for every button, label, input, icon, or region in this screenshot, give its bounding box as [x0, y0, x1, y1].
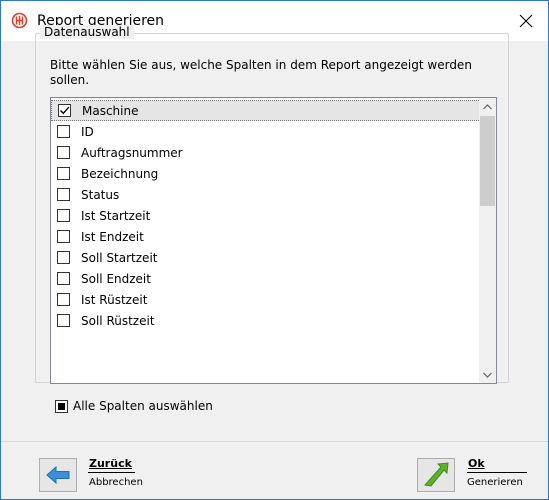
dialog-window: Report generieren Datenauswahl Bitte wäh… — [0, 0, 549, 500]
back-button[interactable]: Zurück Abbrechen — [39, 454, 159, 494]
column-option[interactable]: ID — [51, 121, 481, 142]
column-label: Maschine — [82, 103, 139, 118]
column-option[interactable]: Soll Startzeit — [51, 247, 481, 268]
footer-bar: Zurück Abbrechen Ok Generieren — [1, 441, 548, 499]
app-logo-icon — [11, 12, 28, 29]
column-checkbox[interactable] — [57, 209, 70, 222]
checkmark-arrow-icon — [424, 462, 449, 487]
column-label: Ist Rüstzeit — [81, 292, 148, 307]
scroll-thumb[interactable] — [480, 116, 495, 206]
column-label: Ist Endzeit — [81, 229, 144, 244]
vertical-scrollbar[interactable] — [479, 98, 496, 383]
column-label: Bezeichnung — [81, 166, 159, 181]
column-checkbox[interactable] — [57, 188, 70, 201]
column-label: Status — [81, 187, 120, 202]
select-all-label: Alle Spalten auswählen — [73, 399, 213, 413]
column-checkbox[interactable] — [58, 104, 71, 117]
column-option[interactable]: Ist Endzeit — [51, 226, 481, 247]
scroll-up-button[interactable] — [479, 98, 496, 115]
column-option[interactable]: Ist Startzeit — [51, 205, 481, 226]
column-option[interactable]: Maschine — [51, 100, 481, 121]
column-checkbox[interactable] — [57, 167, 70, 180]
back-label[interactable]: Zurück — [89, 457, 132, 470]
column-checkbox[interactable] — [57, 146, 70, 159]
column-checkbox[interactable] — [57, 230, 70, 243]
back-divider — [88, 472, 135, 473]
instructions-text: Bitte wählen Sie aus, welche Spalten in … — [50, 58, 472, 87]
select-all-box[interactable] — [55, 399, 68, 413]
column-label: Soll Rüstzeit — [81, 313, 155, 328]
arrow-left-icon — [46, 465, 70, 485]
checkmark-icon — [60, 106, 70, 115]
ok-label[interactable]: Ok — [468, 457, 485, 470]
column-label: ID — [81, 124, 94, 139]
ok-divider — [467, 472, 527, 473]
column-label: Soll Startzeit — [81, 250, 158, 265]
scroll-down-button[interactable] — [479, 366, 496, 383]
column-checkbox[interactable] — [57, 293, 70, 306]
chevron-up-icon — [483, 103, 492, 109]
columns-listbox[interactable]: Soll Rüstzeit Ist Rüstzeit Soll Endzeit Sol… — [50, 97, 497, 384]
column-label: Auftragsnummer — [81, 145, 183, 160]
generate-label[interactable]: Generieren — [467, 477, 523, 488]
column-label: Ist Startzeit — [81, 208, 151, 223]
column-checkbox[interactable] — [57, 314, 70, 327]
ok-button-icon[interactable] — [417, 458, 455, 492]
cancel-label[interactable]: Abbrechen — [89, 477, 143, 488]
column-checkbox[interactable] — [57, 125, 70, 138]
close-button[interactable] — [503, 1, 548, 41]
column-option[interactable]: Soll Endzeit — [51, 268, 481, 289]
column-checkbox[interactable] — [57, 272, 70, 285]
column-option[interactable]: Ist Rüstzeit — [51, 289, 481, 310]
indeterminate-mark-icon — [58, 402, 65, 410]
column-option[interactable]: Auftragsnummer — [51, 142, 481, 163]
column-checkbox[interactable] — [57, 251, 70, 264]
select-all-checkbox[interactable]: Alle Spalten auswählen — [55, 399, 213, 413]
column-option[interactable]: Soll Rüstzeit — [51, 310, 481, 331]
chevron-down-icon — [483, 372, 492, 378]
ok-button[interactable]: Ok Generieren — [417, 454, 532, 494]
group-legend: Datenauswahl — [40, 25, 134, 39]
back-button-icon[interactable] — [39, 458, 77, 492]
column-label: Soll Endzeit — [81, 271, 151, 286]
close-icon — [519, 14, 532, 28]
column-option[interactable]: Bezeichnung — [51, 163, 481, 184]
column-option[interactable]: Status — [51, 184, 481, 205]
